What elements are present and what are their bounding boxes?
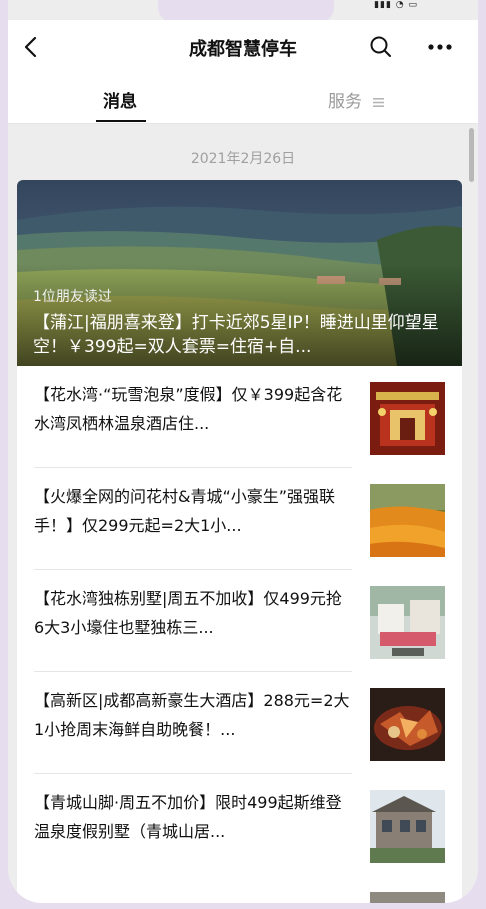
list-item-thumbnail — [370, 790, 445, 863]
hero-readers: 1位朋友读过 — [33, 289, 112, 305]
list-item-title: 【火爆全网的问花村&青城“小豪生”强强联手！】仅299元起=2大1小... — [34, 487, 336, 535]
page-title: 成都智慧停车 — [189, 39, 297, 60]
active-tab-indicator — [96, 120, 146, 122]
list-item-thumbnail — [370, 688, 445, 761]
tab-bar: 消息 服务 — [8, 76, 478, 124]
hero-title: 【蒲江|福朋喜来登】打卡近郊5星IP！睡进山里仰望星空！￥399起=双人套票=住… — [33, 313, 439, 357]
list-item[interactable]: 【高新区|成都高新豪生大酒店】288元=2大1小抢周末海鲜自助晚餐！... — [34, 672, 452, 774]
top-bar: 成都智慧停车 — [8, 20, 478, 76]
list-item-thumbnail — [370, 382, 445, 455]
search-icon[interactable] — [368, 34, 394, 60]
article-card: 1位朋友读过 【蒲江|福朋喜来登】打卡近郊5星IP！睡进山里仰望星空！￥399起… — [17, 180, 462, 903]
list-item[interactable]: 【火爆全网的问花村&青城“小豪生”强强联手！】仅299元起=2大1小... — [34, 468, 452, 570]
menu-icon — [373, 97, 385, 107]
list-item-title: 【花水湾·“玩雪泡泉”度假】仅￥399起含花水湾凤栖林温泉酒店住... — [34, 385, 343, 433]
tab-services-label: 服务 — [328, 92, 362, 112]
list-item[interactable]: 【花水湾独栋别墅|周五不加收】仅499元抢6大3小壕住也墅独栋三... — [34, 570, 452, 672]
hero-article[interactable]: 1位朋友读过 【蒲江|福朋喜来登】打卡近郊5星IP！睡进山里仰望星空！￥399起… — [17, 180, 462, 366]
list-item-title: 【青城山脚·周五不加价】限时499起斯维登温泉度假别墅（青城山居... — [34, 793, 342, 841]
status-icons: ▮▮▮ ◔ ▭ — [374, 0, 418, 10]
list-item-thumbnail — [370, 586, 445, 659]
tab-messages[interactable]: 消息 — [103, 87, 137, 112]
list-item[interactable]: 【花水湾·“玩雪泡泉”度假】仅￥399起含花水湾凤栖林温泉酒店住... — [34, 366, 452, 468]
list-item-title: 【高新区|成都高新豪生大酒店】288元=2大1小抢周末海鲜自助晚餐！... — [34, 691, 350, 739]
more-icon[interactable] — [426, 34, 454, 60]
list-item-title: 【花水湾独栋别墅|周五不加收】仅499元抢6大3小壕住也墅独栋三... — [34, 589, 342, 637]
list-item-thumbnail — [370, 484, 445, 557]
phone-screen: ▮▮▮ ◔ ▭ 成都智慧停车 消息 服务 2021年2月26日 1位朋友读过 【… — [8, 0, 478, 903]
list-item-thumbnail-partial — [370, 892, 445, 903]
list-item[interactable]: 【青城山脚·周五不加价】限时499起斯维登温泉度假别墅（青城山居... — [34, 774, 452, 876]
tab-services[interactable]: 服务 — [328, 87, 385, 112]
message-date: 2021年2月26日 — [190, 151, 296, 167]
